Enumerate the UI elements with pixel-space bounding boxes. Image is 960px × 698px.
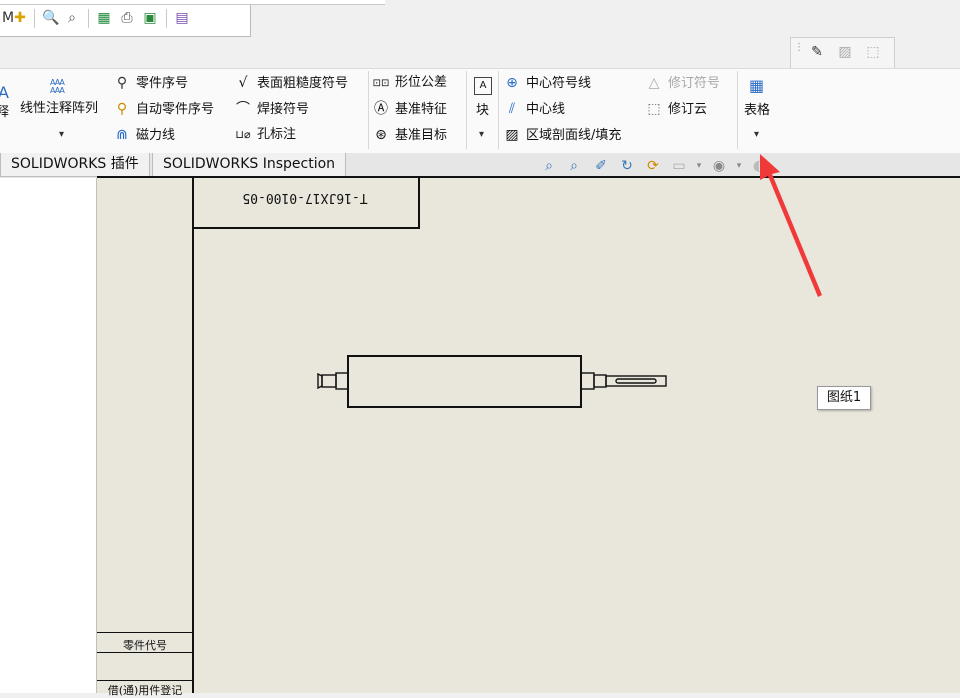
section-view-icon[interactable]: ⟳ — [644, 157, 662, 175]
geometric-tolerance-button[interactable]: ⊡⊡ 形位公差 — [372, 72, 447, 94]
centerline-button[interactable]: ⫽ 中心线 — [503, 98, 565, 120]
dropdown-arrow-icon[interactable]: ▾ — [754, 129, 759, 140]
weld-symbol-button[interactable]: ⌒ 焊接符号 — [234, 98, 309, 120]
dropdown-arrow-icon[interactable]: ▾ — [59, 129, 64, 140]
note-label-partial[interactable]: 释 — [0, 101, 9, 120]
previous-view-icon[interactable]: ✐ — [592, 157, 610, 175]
toolbar-separator — [166, 9, 167, 28]
part-code-label: 零件代号 — [123, 639, 167, 652]
feature-manager-panel[interactable] — [0, 178, 97, 693]
block-button[interactable]: A 块 ▾ — [470, 73, 496, 147]
table-button[interactable]: ▦ 表格 ▾ — [741, 73, 775, 147]
center-mark-button[interactable]: ⊕ 中心符号线 — [503, 72, 591, 94]
arrow-shape — [760, 154, 822, 297]
table-label: 表格 — [744, 103, 771, 118]
revision-triangle-icon: △ — [648, 75, 660, 91]
centerline-icon: ⫽ — [508, 101, 516, 117]
shaft-right-journal — [580, 372, 595, 390]
dropdown-arrow-icon[interactable]: ▾ — [479, 129, 484, 140]
table-line — [97, 652, 192, 653]
block-label: 块 — [476, 103, 490, 118]
toolbar-grip-icon[interactable]: ⋮ — [794, 42, 804, 53]
magnet-icon: ⋒ — [116, 127, 128, 143]
hole-callout-icon: ⊔⌀ — [235, 128, 251, 141]
borrowed-part-label: 借(通)用件登记 — [107, 684, 183, 697]
ribbon-separator — [498, 71, 499, 149]
center-mark-icon: ⊕ — [506, 75, 518, 91]
geometric-tolerance-icon: ⊡⊡ — [372, 78, 390, 89]
auto-balloon-icon: ⚲ — [116, 101, 128, 117]
balloon-icon: ⚲ — [116, 75, 128, 91]
excel-icon[interactable]: ▦ — [96, 10, 112, 26]
ribbon-separator — [466, 71, 467, 149]
edit-sketch-icon[interactable]: ✎ — [807, 43, 827, 61]
hole-callout-button[interactable]: ⊔⌀ 孔标注 — [234, 124, 296, 146]
shaft-right-step — [593, 374, 607, 388]
block-icon: A — [474, 77, 492, 95]
toolbar-separator — [34, 9, 35, 28]
red-pointer-arrow — [760, 154, 822, 297]
ribbon-separator — [368, 71, 369, 149]
tab-solidworks-inspection[interactable]: SOLIDWORKS Inspection — [152, 153, 347, 177]
datum-feature-icon: Ⓐ — [374, 101, 388, 117]
linear-note-pattern-label: 线性注释阵列 — [20, 101, 99, 116]
note-icon[interactable]: A — [0, 83, 9, 102]
table-line — [97, 632, 192, 633]
balloon-button[interactable]: ⚲ 零件序号 — [113, 72, 188, 94]
rotate-view-icon[interactable]: ↻ — [618, 157, 636, 175]
ribbon-separator — [737, 71, 738, 149]
surface-finish-icon: √ — [238, 75, 248, 91]
surface-finish-button[interactable]: √ 表面粗糙度符号 — [234, 72, 348, 94]
zoom-search-icon[interactable]: 🔍 — [42, 10, 59, 26]
hide-show-icon[interactable]: ◉ — [710, 157, 728, 175]
quick-access-toolbar: M ✚ 🔍 ⌕ ▦ ⎙ ▣ ▤ — [0, 0, 251, 37]
tab-solidworks-addins[interactable]: SOLIDWORKS 插件 — [0, 153, 150, 177]
datum-feature-button[interactable]: Ⓐ 基准特征 — [372, 98, 447, 120]
display-style-icon[interactable]: ▭ — [670, 157, 688, 175]
roller-body — [347, 355, 582, 408]
drawing-number: T-16JX17-0100-05 — [242, 190, 368, 205]
revision-symbol-button[interactable]: △ 修订符号 — [645, 72, 720, 94]
shaft-left-step — [321, 374, 337, 388]
magnetic-line-button[interactable]: ⋒ 磁力线 — [113, 124, 175, 146]
help-icon[interactable]: ▤ — [174, 10, 190, 26]
revision-cloud-button[interactable]: ⬚ 修订云 — [645, 98, 707, 120]
print-icon[interactable]: ⎙ — [119, 10, 135, 26]
weld-icon: ⌒ — [236, 101, 250, 117]
revision-cloud-icon: ⬚ — [647, 101, 661, 117]
note-pattern-icon: AAA AAA — [50, 78, 65, 95]
table-icon: ▦ — [749, 76, 765, 95]
linear-note-pattern-button[interactable]: AAA AAA 线性注释阵列 ▾ — [20, 75, 106, 149]
shaft-right-end — [605, 375, 667, 387]
zoom-to-fit-icon[interactable]: ⌕ — [540, 157, 558, 175]
add-component-icon[interactable]: ✚ — [12, 10, 28, 26]
dropdown-arrow-icon[interactable]: ▾ — [690, 157, 708, 175]
shaft-left-journal — [335, 372, 349, 390]
toolbar-separator — [88, 9, 89, 28]
window-top-strip — [0, 0, 385, 5]
keyway-slot — [615, 378, 657, 384]
datum-target-button[interactable]: ⊛ 基准目标 — [372, 124, 447, 146]
sheet-tooltip: 图纸1 — [817, 386, 871, 410]
area-hatch-button[interactable]: ▨ 区域剖面线/填充 — [503, 124, 621, 146]
binoculars-icon[interactable]: ⌕ — [64, 10, 80, 26]
zoom-to-area-icon[interactable]: ⌕ — [565, 157, 583, 175]
table-line — [97, 680, 192, 681]
shaft-drawing-view[interactable] — [300, 340, 680, 420]
sketch-edit-disabled-icon[interactable]: ⬚ — [863, 43, 883, 61]
sketch-toolbar: ⋮ ✎ ▨ ⬚ — [790, 37, 895, 69]
hatch-icon: ▨ — [505, 127, 519, 143]
new-document-icon[interactable]: ▣ — [142, 10, 158, 26]
datum-target-icon: ⊛ — [375, 127, 387, 143]
sketch-disabled-icon[interactable]: ▨ — [835, 43, 855, 61]
sheet-left-frame — [97, 176, 194, 693]
auto-balloon-button[interactable]: ⚲ 自动零件序号 — [113, 98, 214, 120]
